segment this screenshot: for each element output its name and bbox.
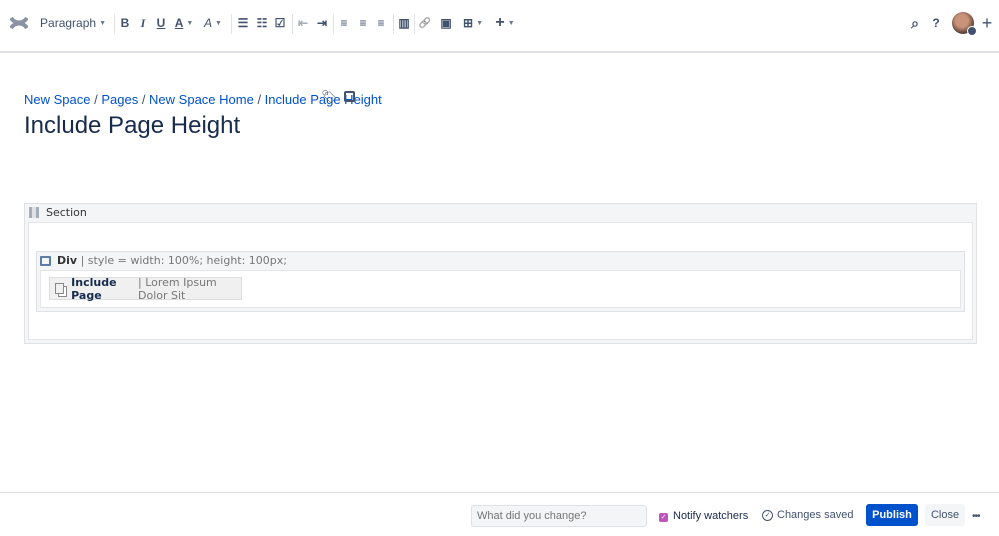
section-icon bbox=[29, 207, 39, 218]
bold-button[interactable]: B bbox=[119, 13, 131, 33]
chevron-down-icon: ▼ bbox=[476, 19, 483, 27]
plus-icon: + bbox=[495, 14, 505, 31]
breadcrumb-item[interactable]: New Space bbox=[24, 92, 90, 107]
link-button[interactable]: 🔗 bbox=[418, 13, 432, 33]
divider bbox=[393, 14, 394, 34]
div-icon bbox=[40, 255, 51, 266]
align-center-button[interactable]: ≡ bbox=[356, 13, 370, 33]
section-header: Section bbox=[25, 204, 976, 221]
saved-check-icon: ✓ bbox=[762, 510, 773, 521]
changes-saved-status: Changes saved bbox=[777, 509, 854, 521]
divider bbox=[414, 14, 415, 34]
div-macro[interactable]: Div | style = width: 100%; height: 100px… bbox=[36, 251, 965, 312]
divider bbox=[114, 14, 115, 34]
align-right-button[interactable]: ≡ bbox=[374, 13, 388, 33]
breadcrumb-item[interactable]: New Space Home bbox=[149, 92, 254, 107]
align-left-button[interactable]: ≡ bbox=[337, 13, 351, 33]
page-title[interactable]: Include Page Height bbox=[24, 112, 240, 140]
numbered-list-button[interactable]: ☷ bbox=[255, 13, 269, 33]
section-body: Div | style = width: 100%; height: 100px… bbox=[28, 222, 973, 340]
search-button[interactable]: ⌕ bbox=[908, 13, 922, 33]
bullet-list-button[interactable]: ☰ bbox=[236, 13, 250, 33]
div-header: Div | style = width: 100%; height: 100px… bbox=[37, 252, 964, 269]
chevron-down-icon: ▼ bbox=[186, 19, 194, 27]
publish-button[interactable]: Publish bbox=[866, 504, 918, 526]
help-button[interactable]: ? bbox=[929, 13, 943, 33]
section-macro[interactable]: Section Div | style = width: 100%; heigh… bbox=[24, 203, 977, 344]
create-button[interactable]: + bbox=[980, 13, 994, 33]
notify-label: Notify watchers bbox=[673, 510, 749, 522]
outdent-button[interactable]: ⇤ bbox=[296, 13, 310, 33]
div-label: Div bbox=[57, 254, 78, 267]
section-label: Section bbox=[46, 206, 87, 219]
more-options-button[interactable]: ••• bbox=[972, 511, 980, 522]
page-layout-button[interactable]: ▥ bbox=[397, 13, 411, 33]
paragraph-dropdown[interactable]: Paragraph ▼ bbox=[40, 13, 106, 33]
chevron-down-icon: ▼ bbox=[215, 19, 222, 27]
divider bbox=[333, 14, 334, 34]
text-style-button[interactable]: A ▼ bbox=[202, 13, 224, 33]
table-button[interactable]: ⊞ ▼ bbox=[462, 13, 484, 33]
chevron-down-icon: ▼ bbox=[99, 19, 106, 27]
confluence-logo-icon[interactable] bbox=[10, 14, 28, 32]
text-style-icon: A bbox=[204, 16, 213, 30]
include-page-icon bbox=[55, 283, 65, 294]
table-icon: ⊞ bbox=[463, 16, 474, 30]
include-params: | Lorem Ipsum Dolor Sit bbox=[138, 275, 217, 302]
breadcrumb-item[interactable]: Pages bbox=[101, 92, 138, 107]
include-label: Include Page bbox=[71, 275, 117, 302]
avatar[interactable] bbox=[952, 12, 977, 36]
italic-button[interactable]: I bbox=[137, 13, 149, 33]
image-button[interactable]: ▣ bbox=[439, 13, 453, 33]
restrictions-icon[interactable] bbox=[344, 91, 355, 102]
close-button[interactable]: Close bbox=[925, 504, 965, 526]
avatar-badge-icon bbox=[967, 26, 977, 36]
notify-checkbox[interactable]: ✓ bbox=[659, 513, 668, 522]
chevron-down-icon: ▼ bbox=[507, 19, 515, 27]
include-page-macro[interactable]: Include Page | Lorem Ipsum Dolor Sit bbox=[49, 275, 242, 302]
editor-toolbar: Paragraph ▼ B I U A ▼ A ▼ ☰ ☷ ☑ ⇤ ⇥ ≡ ≡ ≡ ▥… bbox=[0, 0, 999, 53]
change-comment-input[interactable] bbox=[471, 505, 647, 527]
underline-button[interactable]: U bbox=[155, 13, 167, 33]
text-color-button[interactable]: A ▼ bbox=[174, 13, 194, 33]
div-body: Include Page | Lorem Ipsum Dolor Sit bbox=[40, 270, 961, 308]
divider bbox=[292, 14, 293, 34]
editor-footer: ✓ Notify watchers ✓ Changes saved Publis… bbox=[0, 492, 999, 536]
label-icon[interactable]: 🏷 bbox=[321, 89, 338, 105]
task-list-button[interactable]: ☑ bbox=[273, 13, 287, 33]
insert-more-button[interactable]: + ▼ bbox=[494, 13, 516, 33]
divider bbox=[231, 14, 232, 34]
div-params: | style = width: 100%; height: 100px; bbox=[80, 254, 287, 267]
text-color-icon: A bbox=[174, 16, 184, 30]
paragraph-label: Paragraph bbox=[40, 16, 97, 30]
indent-button[interactable]: ⇥ bbox=[315, 13, 329, 33]
